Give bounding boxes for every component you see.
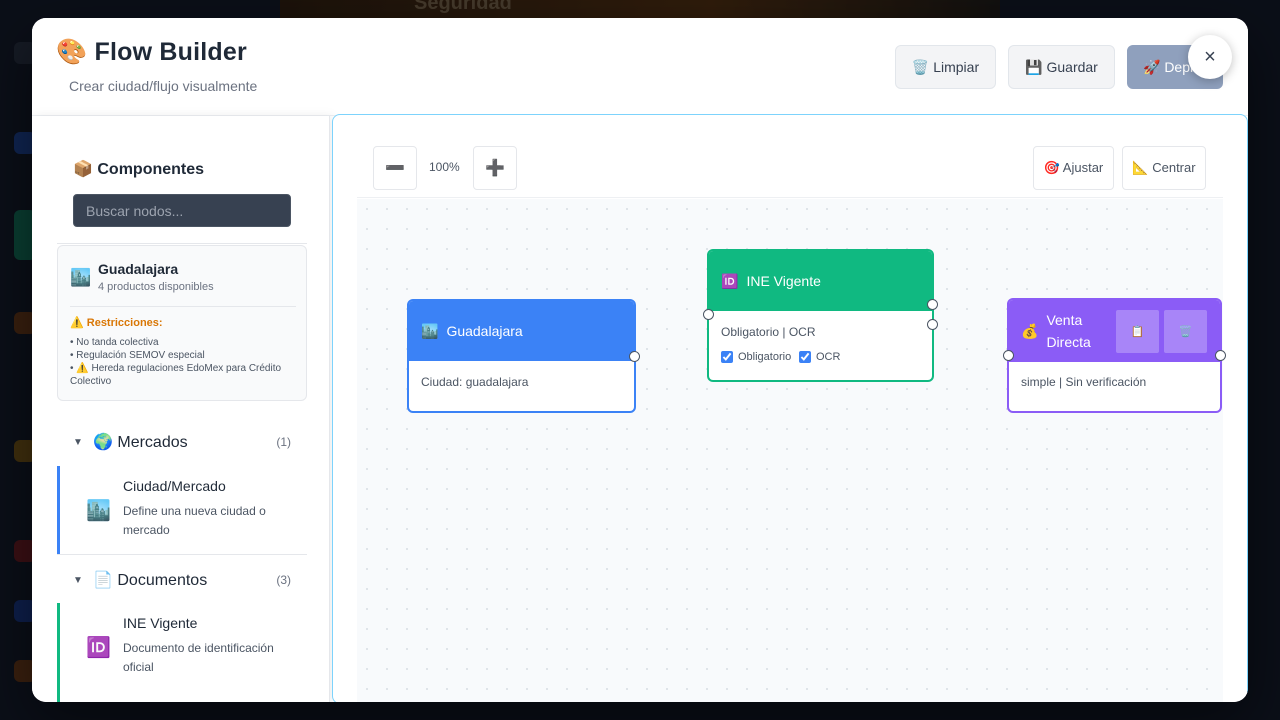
clear-button[interactable]: 🗑️ Limpiar bbox=[895, 45, 996, 89]
save-button[interactable]: 💾 Guardar bbox=[1008, 45, 1115, 89]
component-item-ine-vigente[interactable]: 🆔 INE Vigente Documento de identificació… bbox=[57, 603, 307, 702]
chevron-down-icon: ▼ bbox=[73, 436, 83, 448]
duplicate-node-button[interactable]: 📋 bbox=[1116, 310, 1159, 353]
city-icon: 🏙️ bbox=[421, 322, 439, 339]
canvas-toolbar: ➖ 100% ➕ 🎯 Ajustar 📐 Centrar bbox=[357, 137, 1223, 198]
restriction-item: • ⚠️ Hereda regulaciones EdoMex para Cré… bbox=[70, 363, 282, 387]
sidebar-title: 📦 Componentes bbox=[73, 161, 205, 178]
modal-subtitle: Crear ciudad/flujo visualmente bbox=[69, 78, 258, 94]
obligatorio-checkbox[interactable] bbox=[721, 351, 733, 363]
category-label: 🌍 Mercados bbox=[93, 434, 188, 451]
city-icon: 🏙️ bbox=[86, 500, 111, 522]
chevron-down-icon: ▼ bbox=[73, 574, 83, 586]
close-icon[interactable]: × bbox=[1188, 35, 1232, 79]
component-title: Ciudad/Mercado bbox=[123, 478, 226, 494]
search-input[interactable] bbox=[73, 194, 291, 227]
zoom-out-button[interactable]: ➖ bbox=[373, 146, 417, 190]
component-description: Define una nueva ciudad o mercado bbox=[123, 504, 266, 537]
node-header: 🏙️ Guadalajara bbox=[409, 301, 634, 361]
id-icon: 🆔 bbox=[86, 637, 111, 659]
canvas-panel: ➖ 100% ➕ 🎯 Ajustar 📐 Centrar 🏙️ Guadalaj… bbox=[332, 114, 1248, 702]
node-title: INE Vigente bbox=[746, 273, 821, 289]
divider bbox=[70, 306, 296, 307]
checkbox-label: Obligatorio bbox=[738, 351, 792, 363]
node-options: Obligatorio OCR bbox=[721, 351, 921, 367]
id-icon: 🆔 bbox=[721, 272, 739, 289]
divider bbox=[57, 554, 307, 555]
modal-header: 🎨 Flow Builder Crear ciudad/flujo visual… bbox=[32, 18, 1248, 116]
component-title: INE Vigente bbox=[123, 615, 198, 631]
restriction-item: • Regulación SEMOV especial bbox=[70, 350, 205, 361]
city-icon: 🏙️ bbox=[70, 268, 92, 287]
category-count: (1) bbox=[276, 435, 291, 449]
input-port[interactable] bbox=[703, 309, 714, 320]
output-port[interactable] bbox=[629, 351, 640, 362]
node-body: simple | Sin verificación bbox=[1021, 375, 1147, 389]
modal-title: 🎨 Flow Builder bbox=[56, 38, 247, 67]
category-label: 📄 Documentos bbox=[93, 572, 208, 589]
city-name: Guadalajara bbox=[98, 261, 179, 277]
divider bbox=[57, 243, 307, 244]
money-bag-icon: 💰 bbox=[1021, 322, 1039, 339]
center-button[interactable]: 📐 Centrar bbox=[1122, 146, 1206, 190]
city-product-count: 4 productos disponibles bbox=[98, 281, 214, 293]
node-title: Venta Directa bbox=[1046, 312, 1091, 350]
ocr-checkbox[interactable] bbox=[799, 351, 811, 363]
checkbox-ocr[interactable]: OCR bbox=[799, 351, 840, 363]
city-info-card: 🏙️ Guadalajara 4 productos disponibles ⚠… bbox=[57, 245, 307, 401]
node-body: Obligatorio | OCR bbox=[721, 325, 816, 339]
flow-node-document[interactable]: 🆔 INE Vigente Obligatorio | OCR Obligato… bbox=[707, 249, 934, 382]
flow-node-city[interactable]: 🏙️ Guadalajara Ciudad: guadalajara bbox=[407, 299, 636, 413]
component-item-ciudad-mercado[interactable]: 🏙️ Ciudad/Mercado Define una nueva ciuda… bbox=[57, 466, 307, 554]
node-body: Ciudad: guadalajara bbox=[421, 375, 529, 389]
checkbox-label: OCR bbox=[816, 351, 841, 363]
output-port[interactable] bbox=[1215, 350, 1226, 361]
node-header: 🆔 INE Vigente bbox=[709, 251, 932, 311]
restriction-item: • No tanda colectiva bbox=[70, 337, 159, 348]
zoom-in-button[interactable]: ➕ bbox=[473, 146, 517, 190]
restrictions-list: • No tanda colectiva • Regulación SEMOV … bbox=[70, 336, 300, 388]
components-sidebar: 📦 Componentes 🏙️ Guadalajara 4 productos… bbox=[32, 116, 330, 702]
output-port[interactable] bbox=[927, 319, 938, 330]
output-port[interactable] bbox=[927, 299, 938, 310]
component-description: Documento de identificación oficial bbox=[123, 641, 274, 674]
flow-node-product[interactable]: 💰 Venta Directa 📋 🗑️ simple | Sin verifi… bbox=[1007, 298, 1222, 413]
category-documentos[interactable]: ▼ 📄 Documentos (3) bbox=[73, 570, 291, 590]
input-port[interactable] bbox=[1003, 350, 1014, 361]
category-count: (3) bbox=[276, 573, 291, 587]
delete-node-button[interactable]: 🗑️ bbox=[1164, 310, 1207, 353]
node-title: Guadalajara bbox=[446, 323, 523, 339]
zoom-level: 100% bbox=[429, 160, 460, 174]
flow-builder-modal: 🎨 Flow Builder Crear ciudad/flujo visual… bbox=[32, 18, 1248, 702]
checkbox-obligatorio[interactable]: Obligatorio bbox=[721, 351, 791, 363]
palette-icon: 🎨 bbox=[56, 38, 88, 66]
category-mercados[interactable]: ▼ 🌍 Mercados (1) bbox=[73, 432, 291, 452]
modal-title-text: Flow Builder bbox=[94, 38, 247, 66]
fit-button[interactable]: 🎯 Ajustar bbox=[1033, 146, 1114, 190]
restrictions-title: ⚠️ Restricciones: bbox=[70, 317, 163, 329]
